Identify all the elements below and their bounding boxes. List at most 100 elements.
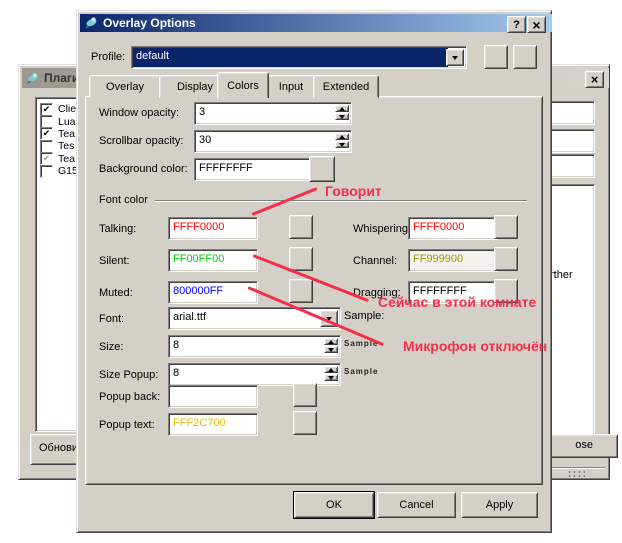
background-color-label: Background color: [99,163,188,175]
plugin-label: Clie [58,103,77,116]
profile-label: Profile: [91,51,126,63]
annotation-mic: Микрофон отключён [403,338,548,354]
size-popup-label: Size Popup: [99,369,159,381]
plugin-label: G15 [58,165,78,178]
spin-down-button[interactable] [335,113,349,120]
size-spinbox[interactable]: 8 [168,335,341,358]
muted-label: Muted: [99,287,133,299]
arrow-down-icon [339,142,345,147]
help-icon: ? [513,18,520,31]
scrollbar-opacity-spinbox[interactable]: 30 [194,130,352,153]
plugin-checkbox[interactable] [40,164,53,178]
plugin-checkbox[interactable]: ✔ [40,102,53,116]
sample-label: Sample: [344,310,385,322]
whispering-color-field[interactable]: FFFF0000 [408,217,498,240]
plugin-checkbox[interactable] [40,139,53,153]
dialog-title: Overlay Options [103,16,196,30]
arrow-down-icon [328,347,334,352]
talking-color-pick-button[interactable] [289,215,313,239]
check-icon: ✔ [42,128,51,139]
arrow-up-icon [328,339,334,344]
popup-back-pick-button[interactable] [293,383,317,407]
font-label: Font: [99,313,125,325]
arrow-down-icon [328,375,334,380]
background-color-pick-button[interactable] [309,156,335,182]
annotation-room: Сейчас в этой комнате [378,294,537,310]
tab-overlay[interactable]: Overlay [89,75,161,98]
channel-label: Channel: [353,255,398,267]
window-opacity-spinbox[interactable]: 3 [194,102,352,125]
muted-color-field[interactable]: 800000FF [168,281,258,304]
spin-up-button[interactable] [335,105,349,112]
profile-dropdown-button[interactable] [446,49,464,66]
size-label: Size: [99,341,124,353]
tab-extended[interactable]: Extended [313,75,379,98]
spin-up-button[interactable] [324,338,338,345]
annotation-talking: Говорит [325,183,382,199]
plugin-checkbox[interactable]: ✔ [40,152,53,166]
close-icon: × [532,16,541,33]
close-button-label: ose [575,439,593,451]
arrow-up-icon [328,367,334,372]
desktop: Плаги × ✔ Clie Lua ✔ Tea Tes ✔ Tea G15 О… [0,0,622,543]
font-combobox[interactable]: arial.ttf [168,307,341,330]
app-icon [84,16,98,30]
popup-back-field[interactable] [168,385,258,408]
check-icon: ✔ [42,153,51,164]
muted-color-pick-button[interactable] [289,279,313,303]
silent-color-pick-button[interactable] [289,247,313,271]
popup-text-label: Popup text: [99,419,155,431]
profile-add-button[interactable] [484,45,508,69]
cancel-button[interactable]: Cancel [377,492,456,518]
profile-selected-value: default [133,48,448,67]
profile-delete-button[interactable] [513,45,537,69]
plugin-label: Tea [58,152,75,165]
spin-up-button[interactable] [324,366,338,373]
dialog-titlebar[interactable]: Overlay Options [80,14,552,32]
tab-input[interactable]: Input [267,75,315,98]
chevron-down-icon [452,55,458,60]
whispering-color-pick-button[interactable] [494,215,518,239]
channel-color-field[interactable]: FF999900 [408,249,498,272]
talking-label: Talking: [99,223,137,235]
ok-button[interactable]: OK [294,492,374,518]
whispering-label: Whispering: [353,223,412,235]
plugins-window-title: Плаги [44,71,80,85]
silent-color-field[interactable]: FF00FF00 [168,249,258,272]
overlay-options-dialog: Overlay Options ? × Profile: default Ove… [76,10,552,533]
tab-colors[interactable]: Colors [217,72,269,98]
scrollbar-opacity-label: Scrollbar opacity: [99,135,184,147]
profile-combobox[interactable]: default [131,46,467,69]
update-button-label: Обнови [39,442,79,454]
spin-down-button[interactable] [324,346,338,353]
popup-back-label: Popup back: [99,391,161,403]
silent-label: Silent: [99,255,130,267]
talking-color-field[interactable]: FFFF0000 [168,217,258,240]
close-button[interactable]: × [527,16,546,33]
check-icon: ✔ [42,103,51,114]
close-icon: × [590,72,599,87]
resize-grip[interactable] [567,470,585,477]
text-fragment: rther [550,269,573,281]
plugins-close-button[interactable]: × [585,71,604,88]
spin-down-button[interactable] [324,374,338,381]
font-color-group-label: Font color [99,194,148,206]
spin-up-button[interactable] [335,133,349,140]
popup-text-field[interactable]: FFF2C700 [168,413,258,436]
background-color-field[interactable]: FFFFFFFF [194,158,314,181]
plugins-window-icon [26,72,39,85]
arrow-up-icon [339,106,345,111]
apply-button[interactable]: Apply [461,492,538,518]
size-popup-sample-preview: Sample [344,367,379,376]
popup-text-pick-button[interactable] [293,411,317,435]
spin-down-button[interactable] [335,141,349,148]
plugin-checkbox[interactable]: ✔ [40,127,53,141]
plugin-checkbox[interactable] [40,115,53,129]
window-opacity-label: Window opacity: [99,107,180,119]
channel-color-pick-button[interactable] [494,247,518,271]
plugin-label: Lua [58,115,76,128]
plugin-label: Tes [58,140,75,153]
help-button[interactable]: ? [507,16,526,33]
arrow-up-icon [339,134,345,139]
group-divider [155,200,527,202]
